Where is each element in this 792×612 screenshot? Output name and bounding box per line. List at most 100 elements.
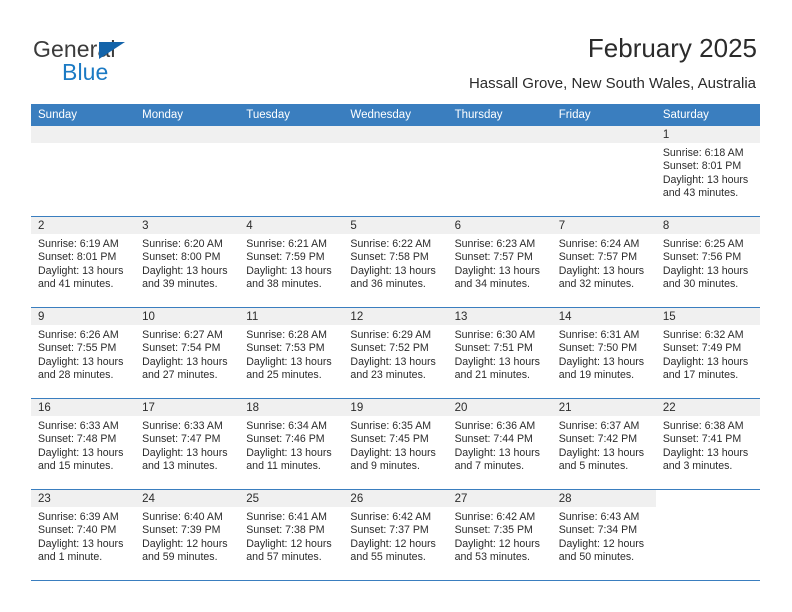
calendar-day-cell[interactable]: 19 Sunrise: 6:35 AM Sunset: 7:45 PM Dayligh…	[343, 398, 448, 490]
calendar-day-cell[interactable]: 8 Sunrise: 6:25 AM Sunset: 7:56 PM Daylight…	[655, 216, 760, 308]
calendar-header-row: Sunday Monday Tuesday Wednesday Thursday Frid…	[31, 104, 760, 126]
sunrise-time: Sunrise: 6:23 AM	[454, 238, 536, 250]
day-cell-inner	[135, 126, 240, 216]
calendar-day-cell[interactable]: 7 Sunrise: 6:24 AM Sunset: 7:57 PM Daylight…	[551, 216, 656, 308]
calendar-week-row: 23 Sunrise: 6:39 AM Sunset: 7:40 PM Dayligh…	[31, 489, 760, 581]
calendar-day-cell[interactable]: 26 Sunrise: 6:42 AM Sunset: 7:37 PM Dayligh…	[343, 489, 448, 581]
day-cell-inner: 8 Sunrise: 6:25 AM Sunset: 7:56 PM Daylight…	[655, 217, 760, 307]
daylight-duration: Daylight: 13 hours and 17 minutes.	[662, 355, 749, 382]
day-cell-inner: 7 Sunrise: 6:24 AM Sunset: 7:57 PM Daylight…	[551, 217, 656, 307]
sunset-time: Sunset: 7:57 PM	[454, 251, 533, 264]
calendar-week-row: 16 Sunrise: 6:33 AM Sunset: 7:48 PM Dayligh…	[31, 398, 760, 490]
page-title: February 2025	[587, 33, 757, 63]
weekday-header-tuesday: Tuesday	[239, 104, 344, 126]
day-cell-inner: 15 Sunrise: 6:32 AM Sunset: 7:49 PM Dayligh…	[655, 308, 760, 398]
sunset-time: Sunset: 7:48 PM	[38, 433, 117, 446]
daylight-duration: Daylight: 13 hours and 32 minutes.	[558, 264, 645, 291]
daylight-duration: Daylight: 13 hours and 38 minutes.	[246, 264, 332, 291]
day-details: Sunrise: 6:32 AM Sunset: 7:49 PM Daylight:…	[656, 325, 760, 383]
sunset-time: Sunset: 7:37 PM	[350, 524, 429, 537]
calendar-day-cell[interactable]: 18 Sunrise: 6:34 AM Sunset: 7:46 PM Dayligh…	[239, 398, 344, 490]
sunrise-time: Sunrise: 6:22 AM	[350, 238, 432, 250]
day-number: 26	[343, 490, 448, 507]
day-details: Sunrise: 6:27 AM Sunset: 7:54 PM Daylight:…	[135, 325, 239, 383]
sunset-time: Sunset: 7:41 PM	[662, 433, 742, 446]
daylight-duration: Daylight: 13 hours and 5 minutes.	[558, 446, 645, 473]
sunset-time: Sunset: 7:34 PM	[558, 524, 638, 537]
calendar-day-cell[interactable]: 16 Sunrise: 6:33 AM Sunset: 7:48 PM Dayligh…	[31, 398, 136, 490]
day-number: 22	[655, 399, 760, 416]
day-cell-inner: 12 Sunrise: 6:29 AM Sunset: 7:52 PM Dayligh…	[343, 308, 448, 398]
day-cell-inner: 19 Sunrise: 6:35 AM Sunset: 7:45 PM Dayligh…	[343, 399, 448, 489]
calendar-day-cell[interactable]: 20 Sunrise: 6:36 AM Sunset: 7:44 PM Dayligh…	[447, 398, 552, 490]
day-details: Sunrise: 6:26 AM Sunset: 7:55 PM Daylight:…	[31, 325, 135, 383]
day-details: Sunrise: 6:21 AM Sunset: 7:59 PM Daylight:…	[239, 234, 343, 292]
day-number: 15	[655, 308, 760, 325]
calendar-day-cell[interactable]: 4 Sunrise: 6:21 AM Sunset: 7:59 PM Daylight…	[239, 216, 344, 308]
calendar-body: 1 Sunrise: 6:18 AM Sunset: 8:01 PM Daylight…	[31, 126, 760, 581]
sunset-time: Sunset: 7:57 PM	[558, 251, 638, 264]
calendar-day-cell[interactable]: 6 Sunrise: 6:23 AM Sunset: 7:57 PM Daylight…	[447, 216, 552, 308]
day-cell-inner: 5 Sunrise: 6:22 AM Sunset: 7:58 PM Daylight…	[343, 217, 448, 307]
calendar-day-cell[interactable]: 5 Sunrise: 6:22 AM Sunset: 7:58 PM Daylight…	[343, 216, 448, 308]
day-number: 14	[551, 308, 656, 325]
calendar-day-cell[interactable]: 12 Sunrise: 6:29 AM Sunset: 7:52 PM Dayligh…	[343, 307, 448, 399]
day-cell-inner	[343, 126, 448, 216]
calendar-day-cell[interactable]: 13 Sunrise: 6:30 AM Sunset: 7:51 PM Dayligh…	[447, 307, 552, 399]
day-number: 7	[551, 217, 656, 234]
weekday-header-friday: Friday	[551, 104, 656, 126]
calendar-day-cell[interactable]: 21 Sunrise: 6:37 AM Sunset: 7:42 PM Dayligh…	[551, 398, 656, 490]
calendar-day-cell[interactable]: 14 Sunrise: 6:31 AM Sunset: 7:50 PM Dayligh…	[551, 307, 656, 399]
calendar-day-cell[interactable]: 11 Sunrise: 6:28 AM Sunset: 7:53 PM Dayligh…	[239, 307, 344, 399]
calendar-day-cell[interactable]: 28 Sunrise: 6:43 AM Sunset: 7:34 PM Dayligh…	[551, 489, 656, 581]
sunrise-time: Sunrise: 6:27 AM	[142, 329, 223, 341]
calendar-day-cell[interactable]: 17 Sunrise: 6:33 AM Sunset: 7:47 PM Dayligh…	[135, 398, 240, 490]
day-details: Sunrise: 6:31 AM Sunset: 7:50 PM Daylight:…	[552, 325, 656, 383]
day-number	[135, 126, 240, 143]
sunrise-time: Sunrise: 6:30 AM	[454, 329, 536, 341]
day-number: 5	[343, 217, 448, 234]
sunset-time: Sunset: 7:58 PM	[350, 251, 429, 264]
day-number: 10	[135, 308, 240, 325]
day-number	[655, 490, 760, 507]
daylight-duration: Daylight: 13 hours and 19 minutes.	[558, 355, 645, 382]
sunrise-time: Sunrise: 6:38 AM	[662, 420, 744, 432]
day-number	[343, 126, 448, 143]
calendar-day-cell[interactable]: 10 Sunrise: 6:27 AM Sunset: 7:54 PM Dayligh…	[135, 307, 240, 399]
calendar-day-cell[interactable]: 27 Sunrise: 6:42 AM Sunset: 7:35 PM Dayligh…	[447, 489, 552, 581]
calendar-week-row: 1 Sunrise: 6:18 AM Sunset: 8:01 PM Daylight…	[31, 126, 760, 217]
day-details: Sunrise: 6:37 AM Sunset: 7:42 PM Daylight:…	[552, 416, 656, 474]
sunrise-time: Sunrise: 6:24 AM	[558, 238, 640, 250]
calendar-day-cell[interactable]: 9 Sunrise: 6:26 AM Sunset: 7:55 PM Daylight…	[31, 307, 136, 399]
daylight-duration: Daylight: 13 hours and 28 minutes.	[38, 355, 124, 382]
day-number: 25	[239, 490, 344, 507]
daylight-duration: Daylight: 13 hours and 11 minutes.	[246, 446, 332, 473]
calendar-day-cell[interactable]: 25 Sunrise: 6:41 AM Sunset: 7:38 PM Dayligh…	[239, 489, 344, 581]
sunrise-time: Sunrise: 6:26 AM	[38, 329, 119, 341]
day-details: Sunrise: 6:33 AM Sunset: 7:48 PM Daylight:…	[31, 416, 135, 474]
day-cell-inner: 25 Sunrise: 6:41 AM Sunset: 7:38 PM Dayligh…	[239, 490, 344, 580]
general-blue-logo[interactable]: General Blue	[33, 36, 233, 88]
sunrise-time: Sunrise: 6:32 AM	[662, 329, 744, 341]
sunset-time: Sunset: 7:40 PM	[38, 524, 117, 537]
sunset-time: Sunset: 7:46 PM	[246, 433, 325, 446]
day-cell-inner: 6 Sunrise: 6:23 AM Sunset: 7:57 PM Daylight…	[447, 217, 552, 307]
day-number: 1	[655, 126, 760, 143]
calendar-day-cell[interactable]: 23 Sunrise: 6:39 AM Sunset: 7:40 PM Dayligh…	[31, 489, 136, 581]
day-cell-inner: 14 Sunrise: 6:31 AM Sunset: 7:50 PM Dayligh…	[551, 308, 656, 398]
sunset-time: Sunset: 7:44 PM	[454, 433, 533, 446]
calendar-day-cell[interactable]: 24 Sunrise: 6:40 AM Sunset: 7:39 PM Dayligh…	[135, 489, 240, 581]
calendar-day-cell[interactable]: 1 Sunrise: 6:18 AM Sunset: 8:01 PM Daylight…	[655, 126, 760, 217]
daylight-duration: Daylight: 12 hours and 57 minutes.	[246, 537, 332, 564]
calendar-day-cell[interactable]: 22 Sunrise: 6:38 AM Sunset: 7:41 PM Dayligh…	[655, 398, 760, 490]
calendar-day-cell[interactable]: 2 Sunrise: 6:19 AM Sunset: 8:01 PM Daylight…	[31, 216, 136, 308]
calendar-day-cell[interactable]: 15 Sunrise: 6:32 AM Sunset: 7:49 PM Dayligh…	[655, 307, 760, 399]
calendar-day-cell[interactable]: 3 Sunrise: 6:20 AM Sunset: 8:00 PM Daylight…	[135, 216, 240, 308]
day-cell-inner	[239, 126, 344, 216]
day-details: Sunrise: 6:24 AM Sunset: 7:57 PM Daylight:…	[552, 234, 656, 292]
sunset-time: Sunset: 7:45 PM	[350, 433, 429, 446]
day-cell-inner	[551, 126, 656, 216]
day-number: 2	[31, 217, 136, 234]
weekday-header-row: Sunday Monday Tuesday Wednesday Thursday Frid…	[31, 104, 760, 126]
daylight-duration: Daylight: 13 hours and 34 minutes.	[454, 264, 540, 291]
